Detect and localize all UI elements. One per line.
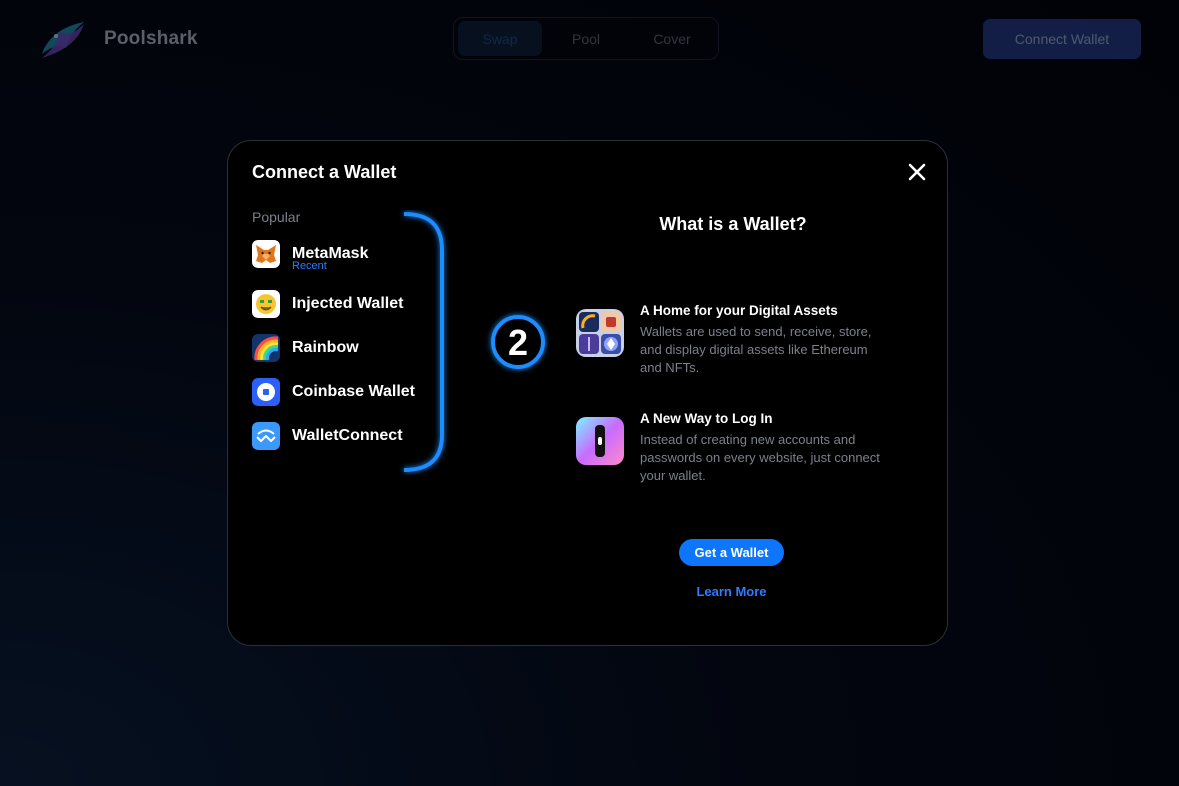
wallet-name: Injected Wallet (292, 295, 404, 312)
metamask-fox-icon (252, 240, 280, 268)
wallet-name: Coinbase Wallet (292, 383, 415, 400)
close-icon[interactable] (906, 161, 928, 183)
feature-text: Instead of creating new accounts and pas… (640, 432, 880, 483)
annotation-bracket: 2 (403, 212, 545, 472)
wallet-name: WalletConnect (292, 427, 403, 444)
digital-assets-icon (576, 309, 624, 357)
recent-badge: Recent (292, 260, 327, 272)
feature-title: A New Way to Log In (640, 411, 773, 426)
learn-more-link[interactable]: Learn More (668, 584, 795, 599)
annotation-number: 2 (508, 322, 528, 363)
feature-text: Wallets are used to send, receive, store… (640, 324, 872, 375)
wallet-name: Rainbow (292, 339, 359, 356)
key-login-icon (576, 417, 624, 465)
coinbase-icon (252, 378, 280, 406)
modal-title: Connect a Wallet (252, 162, 397, 182)
feature-title: A Home for your Digital Assets (640, 303, 838, 318)
rainbow-icon (252, 334, 280, 362)
popular-section-label: Popular (252, 209, 301, 225)
money-face-icon (252, 290, 280, 318)
walletconnect-icon (252, 422, 280, 450)
connect-wallet-modal: Connect a Wallet Popular MetaMask Recent… (227, 140, 948, 646)
what-is-wallet-title: What is a Wallet? (659, 214, 807, 234)
get-a-wallet-button[interactable]: Get a Wallet (679, 539, 784, 566)
